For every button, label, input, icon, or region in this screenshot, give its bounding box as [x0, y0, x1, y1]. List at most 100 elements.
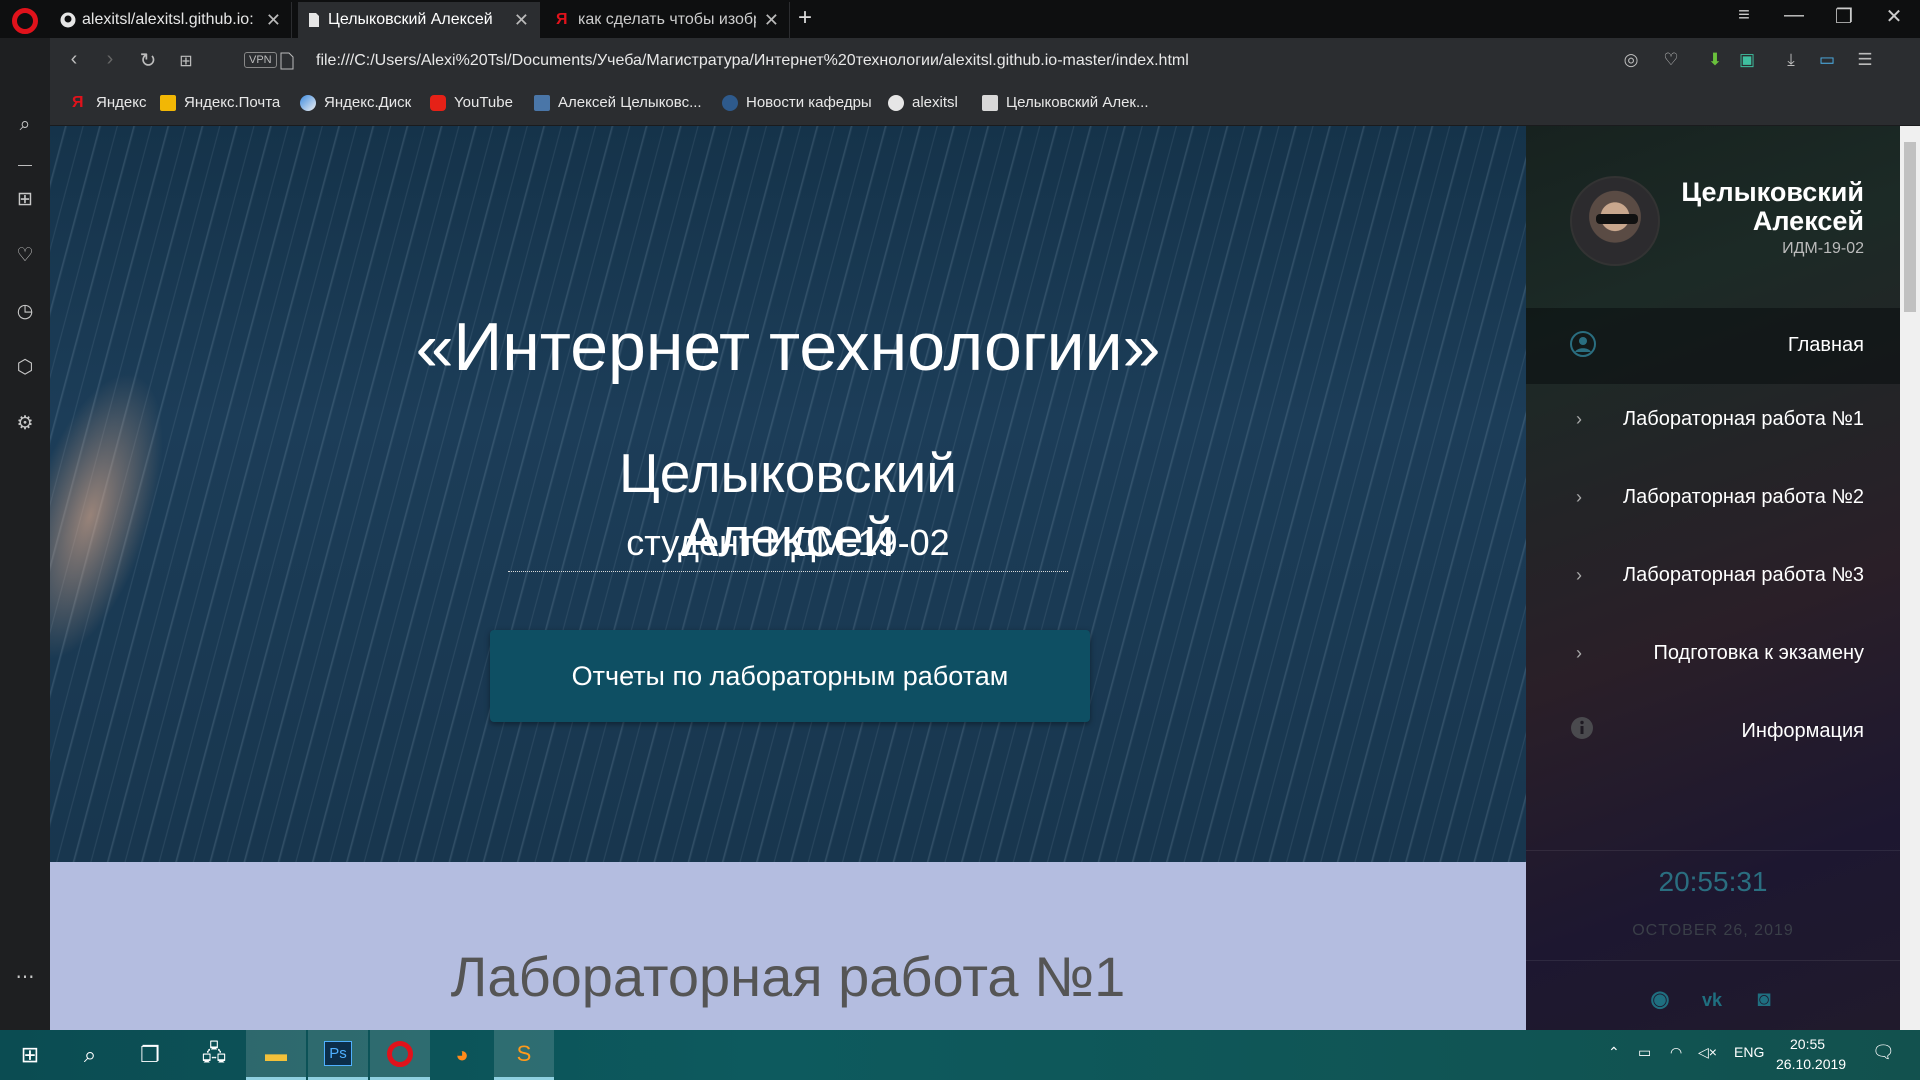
opera-sidebar: ⌕ — ⊞ ♡ ◷ ⬡ ⚙ ⋯: [0, 38, 50, 1030]
search-icon[interactable]: ⌕: [13, 114, 37, 138]
nav-item-home[interactable]: Главная: [1788, 334, 1864, 357]
bookmark-label: Яндекс: [96, 94, 147, 111]
chevron-right-icon: ›: [1576, 643, 1582, 663]
restore-icon[interactable]: ❐: [1824, 4, 1864, 29]
vk-icon[interactable]: vk: [1698, 990, 1726, 1018]
bookmark-label: Яндекс.Почта: [184, 94, 281, 111]
easy-setup-icon[interactable]: ☰: [1854, 50, 1876, 70]
wifi-icon[interactable]: ◠: [1670, 1044, 1682, 1061]
clock: 20:55:31: [1658, 866, 1768, 897]
bookmark-department-news[interactable]: Новости кафедры: [722, 94, 872, 111]
bookmark-label: Яндекс.Диск: [324, 94, 412, 111]
speed-dial-icon[interactable]: ⊞: [13, 188, 37, 212]
task-view-icon[interactable]: ❐: [120, 1030, 180, 1080]
bookmark-yandex[interactable]: Я Яндекс: [72, 94, 146, 111]
forward-icon[interactable]: ›: [96, 48, 124, 71]
heart-icon[interactable]: ♡: [1660, 50, 1682, 70]
history-icon[interactable]: ◷: [13, 300, 37, 324]
opera-menu-icon[interactable]: [12, 8, 38, 34]
opera-icon[interactable]: [370, 1030, 430, 1080]
divider: [1526, 850, 1900, 851]
bookmark-tselykovsky[interactable]: Целыковский Алек...: [982, 94, 1149, 111]
bookmark-alexitsl[interactable]: alexitsl: [888, 94, 958, 111]
profile-name: Целыковский Алексей: [1681, 177, 1864, 236]
address-bar: ‹ › ↻ ⊞ VPN file:///C:/Users/Alexi%20Tsl…: [50, 38, 1920, 84]
taskbar-time[interactable]: 20:55: [1790, 1036, 1825, 1052]
nav-item-info[interactable]: Информация: [1742, 720, 1864, 743]
lab1-section: Лабораторная работа №1: [50, 862, 1526, 1030]
nav-item-exam-prep[interactable]: Подготовка к экзамену: [1653, 642, 1864, 665]
tab-menu-icon[interactable]: ≡: [1724, 4, 1764, 27]
vertical-scrollbar[interactable]: [1900, 126, 1920, 1030]
downloads-icon[interactable]: ⤓: [1780, 50, 1802, 70]
nav-item-lab2[interactable]: Лабораторная работа №2: [1623, 486, 1864, 509]
tab-title: alexitsl/alexitsl.github.io: Cr: [82, 11, 258, 28]
bookmark-yandex-mail[interactable]: Яндекс.Почта: [160, 94, 280, 111]
document-icon: [309, 13, 319, 27]
hero-section: «Интернет технологии» Целыковский Алексе…: [50, 126, 1526, 862]
volume-icon[interactable]: ◁×: [1698, 1044, 1717, 1061]
cube-icon[interactable]: ⬡: [13, 356, 37, 380]
side-panel: Целыковский Алексей ИДМ-19-02 Главная › …: [1526, 126, 1900, 1030]
nav-item-lab1[interactable]: Лабораторная работа №1: [1623, 408, 1864, 431]
chevron-right-icon: ›: [1576, 565, 1582, 585]
notifications-icon[interactable]: 🗨: [1872, 1042, 1895, 1063]
bookmark-label: Целыковский Алек...: [1006, 94, 1149, 111]
taskbar-date[interactable]: 26.10.2019: [1776, 1056, 1846, 1072]
tab-github[interactable]: alexitsl/alexitsl.github.io: Cr ✕: [52, 2, 292, 38]
chevron-right-icon: ›: [1576, 409, 1582, 429]
reload-icon[interactable]: ↻: [134, 48, 162, 73]
bookmark-youtube[interactable]: YouTube: [430, 94, 513, 111]
close-tab-icon[interactable]: ✕: [514, 10, 529, 31]
download-extension-icon[interactable]: ⬇: [1704, 50, 1726, 70]
divider: [1526, 960, 1900, 961]
disk-icon: [300, 94, 316, 111]
minimize-icon[interactable]: —: [1774, 4, 1814, 27]
tab-tselykovsky[interactable]: Целыковский Алексей ✕: [298, 2, 540, 38]
vpn-badge[interactable]: VPN: [244, 52, 277, 68]
page-viewport: «Интернет технологии» Целыковский Алексе…: [50, 126, 1920, 1030]
language-indicator[interactable]: ENG: [1734, 1044, 1764, 1060]
tab-title: Целыковский Алексей: [328, 11, 493, 28]
heart-icon[interactable]: ♡: [13, 244, 37, 268]
close-window-icon[interactable]: ✕: [1874, 4, 1914, 29]
yandex-icon: Я: [556, 11, 568, 28]
more-icon[interactable]: ⋯: [13, 966, 37, 990]
photoshop-icon[interactable]: Ps: [308, 1030, 368, 1080]
date: OCTOBER 26, 2019: [1632, 922, 1794, 939]
close-tab-icon[interactable]: ✕: [266, 10, 281, 31]
search-icon[interactable]: ⌕: [60, 1030, 120, 1080]
camera-icon[interactable]: ◎: [1620, 50, 1642, 70]
start-icon[interactable]: ⊞: [0, 1030, 60, 1080]
settings-icon[interactable]: ⚙: [13, 412, 37, 436]
lab-reports-button[interactable]: Отчеты по лабораторным работам: [490, 630, 1090, 722]
firefox-icon[interactable]: ◕: [432, 1030, 492, 1080]
tray-up-icon[interactable]: ⌃: [1608, 1044, 1620, 1061]
url-field[interactable]: file:///C:/Users/Alexi%20Tsl/Documents/У…: [316, 52, 1189, 70]
chevron-right-icon: ›: [1576, 487, 1582, 507]
battery-icon[interactable]: ▭: [1816, 50, 1838, 70]
author-subtitle: студент ИДМ-19-02: [626, 522, 950, 563]
github-icon[interactable]: ◉: [1646, 986, 1674, 1014]
tab-strip: alexitsl/alexitsl.github.io: Cr ✕ Целыко…: [0, 0, 1920, 38]
back-icon[interactable]: ‹: [60, 48, 88, 71]
close-tab-icon[interactable]: ✕: [764, 10, 779, 31]
taskbar: ⊞ ⌕ ❐ 🖧 ▬ Ps ◕ S ⌃ ▭ ◠ ◁× ENG 20:55 26.1…: [0, 1030, 1920, 1080]
tab-yandex-search[interactable]: Я как сделать чтобы изобра ✕: [548, 2, 790, 38]
bookmark-yandex-disk[interactable]: Яндекс.Диск: [300, 94, 411, 111]
network-icon[interactable]: 🖧: [184, 1030, 244, 1080]
speed-dial-icon[interactable]: ⊞: [172, 51, 200, 71]
new-tab-icon[interactable]: +: [798, 4, 812, 32]
file-explorer-icon[interactable]: ▬: [246, 1030, 306, 1080]
instagram-icon[interactable]: ◙: [1750, 986, 1778, 1014]
battery-icon[interactable]: ▭: [1638, 1044, 1651, 1061]
bookmark-label: Алексей Целыковс...: [558, 94, 702, 111]
sublime-icon[interactable]: S: [494, 1030, 554, 1080]
vk-icon: [534, 94, 550, 111]
nav-item-lab3[interactable]: Лабораторная работа №3: [1623, 564, 1864, 587]
extension-icon[interactable]: ▣: [1736, 50, 1758, 70]
bookmark-vk-profile[interactable]: Алексей Целыковс...: [534, 94, 702, 111]
globe-icon: [722, 94, 738, 111]
bookmark-label: alexitsl: [912, 94, 958, 111]
scrollbar-thumb[interactable]: [1904, 142, 1916, 312]
